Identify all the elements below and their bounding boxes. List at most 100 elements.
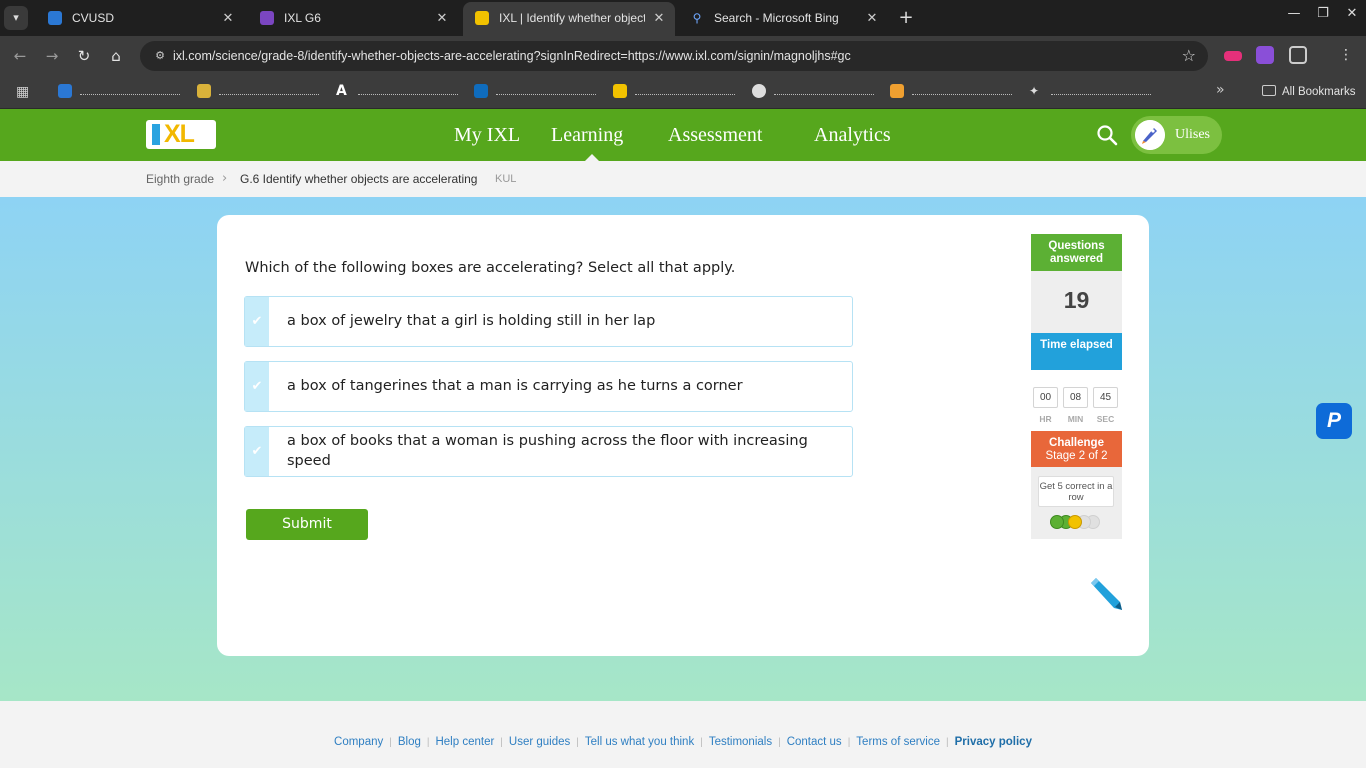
- timer-minutes: 08: [1063, 387, 1088, 408]
- ixl-favicon-icon: [613, 84, 627, 98]
- close-icon[interactable]: ✕: [220, 0, 236, 36]
- footer-link-contact-us[interactable]: Contact us: [787, 736, 842, 748]
- close-icon[interactable]: ✕: [651, 2, 667, 34]
- p-extension-badge[interactable]: P: [1316, 403, 1352, 439]
- tab-label: IXL G6: [284, 11, 321, 25]
- close-icon[interactable]: ✕: [864, 0, 880, 36]
- footer-links: Company | Blog | Help center | User guides | Tel…: [0, 736, 1366, 748]
- bookmark-item[interactable]: [197, 84, 321, 100]
- nav-my-ixl[interactable]: My IXL: [454, 109, 520, 161]
- bookmark-favicon-icon: [890, 84, 904, 98]
- back-arrow-icon[interactable]: ←: [10, 46, 30, 66]
- timer: 00 08 45 HR MIN SEC: [1031, 370, 1122, 431]
- challenge-goal: Get 5 correct in a row: [1038, 476, 1114, 507]
- footer-separator: |: [500, 737, 503, 748]
- breadcrumb-grade[interactable]: Eighth grade: [146, 161, 214, 197]
- bookmark-item[interactable]: [474, 84, 598, 100]
- bookmark-favicon-icon: [58, 84, 72, 98]
- ixl-logo[interactable]: XL: [146, 120, 216, 149]
- active-nav-caret: [585, 154, 599, 161]
- cvusd-favicon-icon: [48, 11, 62, 25]
- bookmarks-overflow-icon[interactable]: »: [1216, 82, 1225, 98]
- streak-dot-filled: [1068, 515, 1082, 529]
- bookmark-item[interactable]: ✦: [1029, 84, 1153, 100]
- timer-hours: 00: [1033, 387, 1058, 408]
- streak-dots: [1050, 515, 1110, 529]
- challenge-stage: Stage 2 of 2: [1045, 450, 1108, 462]
- ixl-favicon-icon: [475, 11, 489, 25]
- timer-sec-label: SEC: [1096, 414, 1115, 424]
- footer-link-blog[interactable]: Blog: [398, 736, 421, 748]
- footer-link-tell-us-what-you-think[interactable]: Tell us what you think: [585, 736, 694, 748]
- browser-toolbar: ← → ↻ ⌂ ⚙ ixl.com/science/grade-8/identi…: [0, 36, 1366, 76]
- footer-separator: |: [946, 737, 949, 748]
- tab-ixl-identify[interactable]: IXL | Identify whether objects a ✕: [463, 2, 675, 36]
- bookmarks-bar: ▦ A ✦ » All Bookmarks: [0, 76, 1366, 109]
- answer-choice-text: a box of books that a woman is pushing a…: [287, 433, 808, 469]
- time-elapsed-label: Time elapsed: [1031, 333, 1122, 370]
- bookmark-star-icon[interactable]: ☆: [1182, 46, 1196, 65]
- answer-choice-1[interactable]: ✔ a box of jewelry that a girl is holdin…: [244, 296, 853, 347]
- check-icon: ✔: [251, 378, 263, 394]
- site-info-icon[interactable]: ⚙: [152, 48, 168, 64]
- tab-label: CVUSD: [72, 11, 115, 25]
- footer-link-terms-of-service[interactable]: Terms of service: [856, 736, 940, 748]
- reload-icon[interactable]: ↻: [74, 46, 94, 66]
- search-icon[interactable]: [1096, 124, 1118, 146]
- footer-link-testimonials[interactable]: Testimonials: [709, 736, 772, 748]
- close-icon[interactable]: ✕: [434, 0, 450, 36]
- home-icon[interactable]: ⌂: [106, 46, 126, 66]
- tab-cvusd[interactable]: CVUSD ✕: [36, 0, 244, 36]
- browser-menu-icon[interactable]: ⋮: [1337, 46, 1355, 64]
- restore-icon[interactable]: ❐: [1313, 6, 1333, 21]
- folder-icon: [1262, 85, 1276, 96]
- bookmark-favicon-icon: ✦: [1029, 84, 1040, 98]
- breadcrumb-skill: G.6 Identify whether objects are acceler…: [240, 172, 478, 186]
- nav-analytics[interactable]: Analytics: [814, 109, 891, 161]
- search-favicon-icon: ⚲: [692, 11, 702, 25]
- browser-tab-bar: ▾ CVUSD ✕ IXL G6 ✕ IXL | Identify whethe…: [0, 0, 1366, 36]
- questions-answered-count: 19: [1063, 287, 1090, 313]
- user-menu[interactable]: Ulises: [1131, 116, 1222, 154]
- bookmark-item[interactable]: [58, 84, 182, 100]
- tab-ixl-g6[interactable]: IXL G6 ✕: [248, 0, 458, 36]
- question-prompt: Which of the following boxes are acceler…: [245, 260, 736, 276]
- extensions-puzzle-icon[interactable]: [1289, 46, 1307, 64]
- ixl-header: XL My IXL Learning Assessment Analytics …: [0, 109, 1366, 161]
- all-bookmarks-button[interactable]: All Bookmarks: [1262, 76, 1356, 109]
- answer-choice-text: a box of tangerines that a man is carryi…: [287, 378, 743, 394]
- footer-link-help-center[interactable]: Help center: [435, 736, 494, 748]
- breadcrumb-separator: ›: [222, 171, 228, 186]
- forward-arrow-icon[interactable]: →: [42, 46, 62, 66]
- page-footer: Company | Blog | Help center | User guides | Tel…: [0, 701, 1366, 768]
- all-bookmarks-label: All Bookmarks: [1282, 86, 1356, 98]
- footer-separator: |: [389, 737, 392, 748]
- extension-2-icon[interactable]: [1256, 46, 1274, 64]
- scratchpad-pencil-icon[interactable]: [1087, 576, 1123, 612]
- new-tab-button[interactable]: +: [896, 7, 916, 29]
- questions-answered-label: Questions answered: [1031, 234, 1122, 271]
- answer-choice-2[interactable]: ✔ a box of tangerines that a man is carr…: [244, 361, 853, 412]
- bookmark-favicon-icon: A: [336, 83, 347, 99]
- footer-separator: |: [576, 737, 579, 748]
- tab-bing-search[interactable]: ⚲ Search - Microsoft Bing ✕: [678, 0, 888, 36]
- nav-assessment[interactable]: Assessment: [668, 109, 762, 161]
- footer-link-privacy-policy[interactable]: Privacy policy: [955, 736, 1032, 748]
- apps-grid-icon[interactable]: ▦: [16, 84, 29, 100]
- address-bar[interactable]: ⚙ ixl.com/science/grade-8/identify-wheth…: [140, 41, 1208, 71]
- extension-1-icon[interactable]: [1224, 51, 1242, 61]
- footer-link-user-guides[interactable]: User guides: [509, 736, 570, 748]
- footer-link-company[interactable]: Company: [334, 736, 383, 748]
- bookmark-item[interactable]: [890, 84, 1014, 100]
- answer-choice-3[interactable]: ✔ a box of books that a woman is pushing…: [244, 426, 853, 477]
- breadcrumb: Eighth grade › G.6 Identify whether obje…: [0, 161, 1366, 197]
- submit-button[interactable]: Submit: [246, 509, 368, 540]
- bookmark-item[interactable]: A: [336, 84, 460, 100]
- outlook-favicon-icon: [474, 84, 488, 98]
- bookmark-item[interactable]: [752, 84, 876, 100]
- bookmark-item[interactable]: [613, 84, 737, 100]
- close-window-icon[interactable]: ✕: [1342, 6, 1362, 21]
- footer-separator: |: [426, 737, 430, 748]
- minimize-icon[interactable]: —: [1284, 6, 1304, 21]
- tab-search-menu-icon[interactable]: ▾: [4, 6, 28, 30]
